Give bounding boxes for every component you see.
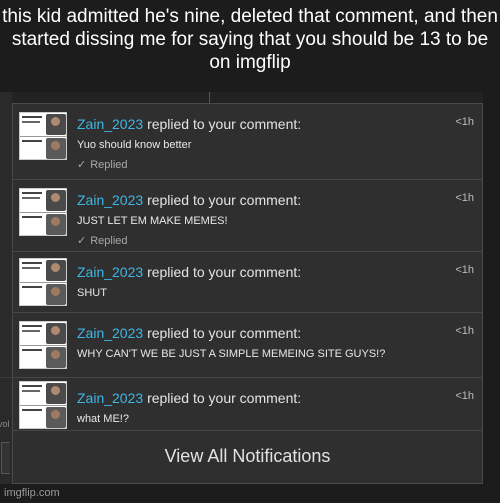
imgflip-watermark: imgflip.com: [4, 487, 60, 499]
notification-action: replied to your comment:: [147, 192, 302, 208]
notification-message: Yuo should know better: [77, 139, 192, 151]
view-all-notifications-button[interactable]: View All Notifications: [13, 431, 482, 483]
meme-thumbnail[interactable]: [19, 188, 67, 236]
username-link[interactable]: Zain_2023: [77, 116, 143, 132]
username-link[interactable]: Zain_2023: [77, 192, 143, 208]
panel-top-strip: [12, 92, 483, 103]
notification-header: Zain_2023 replied to your comment:: [77, 116, 301, 132]
replied-status: ✓ Replied: [77, 158, 128, 171]
background-divider: [0, 377, 12, 378]
notification-header: Zain_2023 replied to your comment:: [77, 325, 301, 341]
notification-item[interactable]: Zain_2023 replied to your comment: <1h Y…: [13, 104, 482, 180]
notification-item[interactable]: Zain_2023 replied to your comment: <1h W…: [13, 313, 482, 378]
check-icon: ✓: [77, 235, 87, 247]
replied-status: ✓ Replied: [77, 234, 128, 247]
replied-label: Replied: [90, 235, 128, 247]
notification-header: Zain_2023 replied to your comment:: [77, 192, 301, 208]
notification-item[interactable]: Zain_2023 replied to your comment: <1h J…: [13, 180, 482, 252]
bottom-strip: [0, 484, 500, 503]
notification-header: Zain_2023 replied to your comment:: [77, 390, 301, 406]
notification-time: <1h: [455, 116, 474, 128]
panel-notch: [209, 92, 210, 103]
notification-time: <1h: [455, 192, 474, 204]
meme-caption: this kid admitted he's nine, deleted tha…: [2, 6, 498, 73]
replied-label: Replied: [90, 159, 128, 171]
meme-thumbnail[interactable]: [19, 381, 67, 429]
notification-header: Zain_2023 replied to your comment:: [77, 264, 301, 280]
meme-thumbnail[interactable]: [19, 112, 67, 160]
notification-action: replied to your comment:: [147, 264, 302, 280]
notification-message: JUST LET EM MAKE MEMES!: [77, 215, 228, 227]
meme-thumbnail[interactable]: [19, 258, 67, 306]
notification-message: SHUT: [77, 287, 107, 299]
notification-action: replied to your comment:: [147, 390, 302, 406]
notification-message: what ME!?: [77, 413, 129, 425]
notification-time: <1h: [455, 325, 474, 337]
notification-item[interactable]: Zain_2023 replied to your comment: <1h S…: [13, 252, 482, 313]
notifications-panel: Zain_2023 replied to your comment: <1h Y…: [12, 103, 483, 484]
check-icon: ✓: [77, 159, 87, 171]
background-page-edge: vol: [0, 92, 12, 484]
notification-item[interactable]: Zain_2023 replied to your comment: <1h w…: [13, 378, 482, 431]
username-link[interactable]: Zain_2023: [77, 325, 143, 341]
meme-thumbnail[interactable]: [19, 321, 67, 369]
background-input-stub: [1, 442, 10, 474]
notification-time: <1h: [455, 264, 474, 276]
username-link[interactable]: Zain_2023: [77, 264, 143, 280]
notification-time: <1h: [455, 390, 474, 402]
username-link[interactable]: Zain_2023: [77, 390, 143, 406]
notification-action: replied to your comment:: [147, 116, 302, 132]
notification-message: WHY CAN'T WE BE JUST A SIMPLE MEMEING SI…: [77, 348, 386, 360]
background-text-fragment: vol: [0, 419, 10, 429]
notification-action: replied to your comment:: [147, 325, 302, 341]
